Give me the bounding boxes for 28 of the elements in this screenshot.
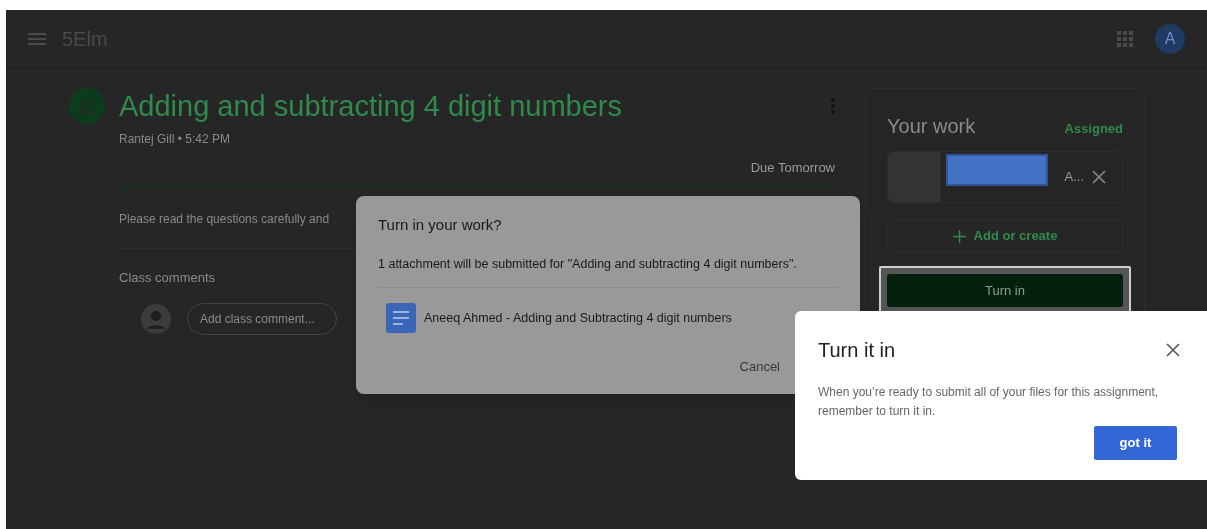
menu-icon[interactable] <box>28 32 46 45</box>
attachment-card[interactable]: A... <box>887 151 1123 203</box>
instructions-text: Please read the questions carefully and <box>119 211 330 226</box>
dialog-message: 1 attachment will be submitted for "Adding and subtracting 4 digit numbers". <box>378 254 838 289</box>
apps-grid-icon[interactable] <box>1117 30 1133 47</box>
attachment-name: Aneeq Ahmed - Adding and Subtracting 4 digit numbers <box>424 309 732 327</box>
comments-heading: Class comments <box>119 269 216 285</box>
assignment-title: Adding and subtracting 4 digit numbers <box>119 89 622 124</box>
close-icon[interactable] <box>1166 343 1180 357</box>
tooltip-title: Turn it in <box>818 338 896 363</box>
comment-field[interactable]: Add class comment... <box>187 302 337 335</box>
plus-icon <box>952 229 966 243</box>
got-it-button[interactable]: got it <box>1094 426 1177 460</box>
add-or-create-button[interactable]: Add or create <box>887 219 1123 253</box>
attachment-name: A... <box>1064 168 1084 187</box>
your-work-title: Your work <box>887 114 976 139</box>
dialog-title: Turn in your work? <box>378 215 503 235</box>
turn-in-button[interactable]: Turn in <box>887 274 1123 307</box>
close-icon[interactable] <box>1092 170 1106 184</box>
assignment-meta: Rantej Gill • 5:42 PM <box>119 132 230 146</box>
status-label: Assigned <box>1064 120 1123 138</box>
cancel-button[interactable]: Cancel <box>739 357 780 377</box>
tooltip-message: When you’re ready to submit all of your files for this assignment, remember to turn it in. <box>818 384 1160 420</box>
user-avatar[interactable]: A <box>1155 23 1185 54</box>
due-date: Due Tomorrow <box>750 159 835 177</box>
user-silhouette-icon <box>141 303 171 334</box>
assignment-icon <box>69 88 105 124</box>
document-icon <box>386 303 416 334</box>
